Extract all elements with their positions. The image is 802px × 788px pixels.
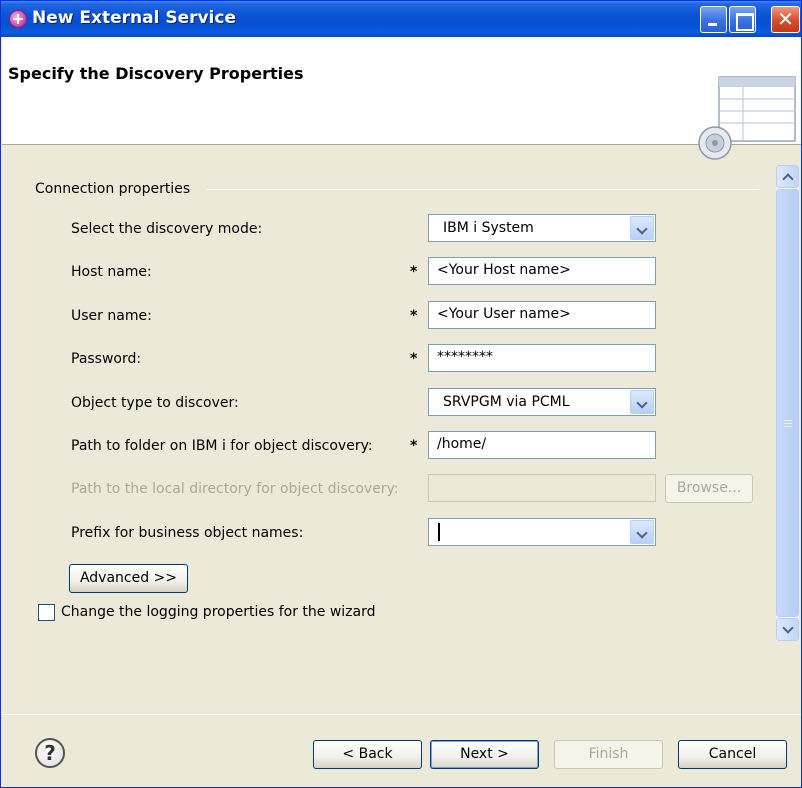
- text-cursor: [438, 523, 440, 541]
- connection-properties-group-title: Connection properties: [35, 181, 199, 197]
- logging-checkbox[interactable]: [38, 604, 55, 621]
- vertical-scrollbar[interactable]: [776, 165, 799, 641]
- discovery-mode-label: Select the discovery mode:: [71, 221, 263, 237]
- object-type-value: SRVPGM via PCML: [443, 394, 570, 410]
- logging-checkbox-label[interactable]: Change the logging properties for the wi…: [61, 604, 376, 620]
- group-divider: [207, 189, 759, 190]
- wizard-window: New External Service ✕ Specify the Disco…: [0, 0, 802, 788]
- object-type-label: Object type to discover:: [71, 395, 239, 411]
- user-name-field[interactable]: <Your User name>: [428, 301, 656, 329]
- user-name-label: User name:: [71, 308, 152, 324]
- chevron-down-icon[interactable]: [630, 216, 654, 240]
- finish-button: Finish: [554, 740, 663, 769]
- help-icon[interactable]: ?: [35, 738, 65, 768]
- advanced-button[interactable]: Advanced >>: [69, 564, 188, 593]
- local-dir-label: Path to the local directory for object d…: [71, 481, 399, 497]
- required-marker: *: [410, 438, 418, 454]
- close-button[interactable]: ✕: [771, 6, 800, 33]
- password-field[interactable]: ********: [428, 344, 656, 372]
- back-button[interactable]: < Back: [313, 740, 422, 769]
- app-icon: [9, 10, 27, 28]
- next-button[interactable]: Next >: [430, 740, 539, 769]
- maximize-button[interactable]: [729, 6, 756, 33]
- close-icon: ✕: [777, 7, 794, 31]
- chevron-down-icon[interactable]: [630, 520, 654, 544]
- discovery-mode-select[interactable]: IBM i System: [428, 214, 656, 242]
- object-type-select[interactable]: SRVPGM via PCML: [428, 388, 656, 416]
- title-bar[interactable]: New External Service ✕: [1, 1, 801, 37]
- window-title: New External Service: [32, 8, 236, 28]
- cancel-button[interactable]: Cancel: [678, 740, 787, 769]
- footer-divider: [2, 714, 801, 715]
- required-marker: *: [410, 308, 418, 324]
- grip-icon: [784, 420, 792, 427]
- browse-button: Browse...: [665, 474, 753, 503]
- password-label: Password:: [71, 351, 142, 367]
- required-marker: *: [410, 264, 418, 280]
- host-name-field[interactable]: <Your Host name>: [428, 257, 656, 285]
- wizard-banner-icon: [698, 76, 796, 160]
- required-marker: *: [410, 351, 418, 367]
- header-banner: Specify the Discovery Properties: [2, 37, 801, 160]
- scroll-thumb[interactable]: [776, 189, 799, 617]
- chevron-down-icon[interactable]: [630, 390, 654, 414]
- scroll-down-button[interactable]: [776, 618, 799, 641]
- minimize-button[interactable]: [700, 6, 727, 33]
- scroll-up-button[interactable]: [776, 165, 799, 188]
- ibmi-path-field[interactable]: /home/: [428, 431, 656, 459]
- page-title: Specify the Discovery Properties: [8, 64, 304, 83]
- prefix-label: Prefix for business object names:: [71, 525, 304, 541]
- prefix-combo[interactable]: [428, 518, 656, 546]
- local-dir-field: [428, 474, 656, 502]
- ibmi-path-label: Path to folder on IBM i for object disco…: [71, 438, 373, 454]
- host-name-label: Host name:: [71, 264, 152, 280]
- discovery-mode-value: IBM i System: [443, 220, 534, 236]
